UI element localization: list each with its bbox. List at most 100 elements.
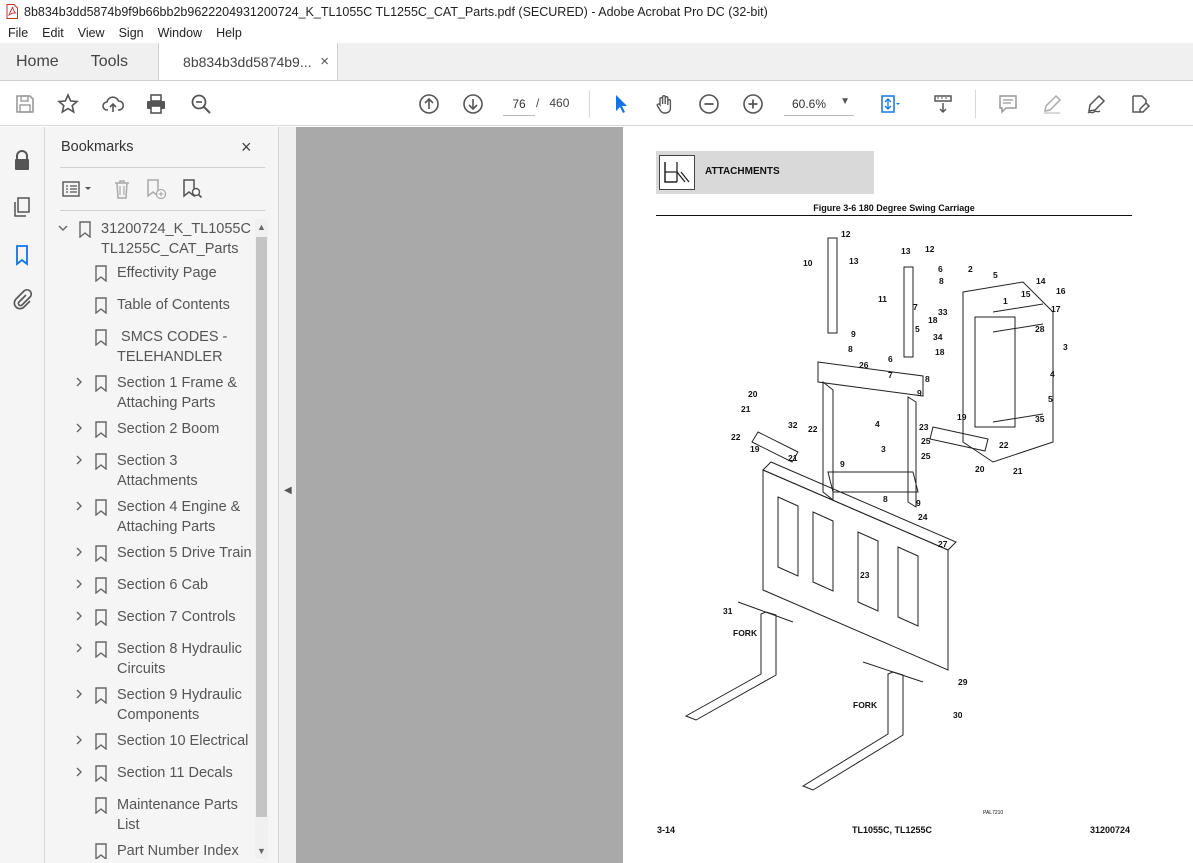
scroll-down-icon[interactable]: ▼	[257, 846, 266, 856]
bookmark-label: Attachments	[117, 473, 198, 489]
next-page-icon[interactable]	[460, 91, 486, 117]
svg-text:3: 3	[881, 444, 886, 454]
attachments-paperclip-icon[interactable]	[10, 287, 34, 311]
document-canvas: ATTACHMENTS Figure 3-6 180 Degree Swing …	[296, 127, 1193, 863]
bookmark-section-1[interactable]: Section 1 Frame & Attaching Parts	[45, 373, 255, 415]
figure-rule	[656, 215, 1132, 216]
chevron-right-icon[interactable]	[73, 641, 85, 661]
menu-window[interactable]: Window	[150, 26, 208, 40]
tab-home[interactable]: Home	[0, 43, 75, 80]
find-bookmark-icon[interactable]	[180, 177, 204, 201]
tab-bar: Home Tools 8b834b3dd5874b9... ×	[0, 43, 1193, 81]
print-icon[interactable]	[143, 91, 169, 117]
menu-edit[interactable]: Edit	[34, 26, 70, 40]
bookmark-section-9[interactable]: Section 9 Hydraulic Components	[45, 685, 255, 727]
bookmark-icon	[95, 843, 107, 859]
bookmark-label: Section 11 Decals	[117, 765, 233, 781]
bookmark-section-4[interactable]: Section 4 Engine & Attaching Parts	[45, 497, 255, 539]
tab-close-icon[interactable]: ×	[320, 53, 329, 70]
svg-text:30: 30	[953, 710, 963, 720]
bookmarks-panel-icon[interactable]	[10, 243, 34, 267]
chevron-right-icon[interactable]	[73, 609, 85, 629]
zoom-level-select[interactable]: 60.6% ▼	[784, 92, 854, 116]
zoom-search-icon[interactable]	[188, 91, 214, 117]
scrollbar-thumb[interactable]	[256, 237, 267, 817]
bookmark-icon	[95, 765, 107, 783]
tab-tools[interactable]: Tools	[75, 43, 144, 80]
bookmarks-title: Bookmarks	[61, 139, 134, 155]
menu-help[interactable]: Help	[208, 26, 248, 40]
collapse-panel-icon[interactable]: ◀	[284, 485, 292, 496]
svg-text:8: 8	[883, 494, 888, 504]
main-toolbar: 76 / 460 60.6% ▼	[0, 82, 1193, 126]
hand-tool-icon[interactable]	[652, 91, 678, 117]
svg-text:17: 17	[1051, 304, 1061, 314]
scroll-up-icon[interactable]: ▲	[257, 222, 266, 232]
svg-text:26: 26	[859, 360, 869, 370]
menu-sign[interactable]: Sign	[111, 26, 150, 40]
scroll-mode-icon[interactable]	[930, 91, 956, 117]
panel-splitter[interactable]: ◀	[278, 127, 296, 863]
zoom-in-icon[interactable]	[740, 91, 766, 117]
svg-text:28: 28	[1035, 324, 1045, 334]
bookmark-label: Section 5 Drive Train	[117, 545, 252, 561]
bookmark-label: Section 7 Controls	[117, 609, 236, 625]
panel-divider	[60, 167, 265, 168]
bookmark-label: Attaching Parts	[117, 519, 216, 535]
bookmark-star-icon[interactable]	[55, 91, 81, 117]
bookmark-icon	[95, 641, 107, 659]
svg-text:35: 35	[1035, 414, 1045, 424]
bookmark-label: 31200724_K_TL1055C	[101, 221, 251, 237]
bookmark-root[interactable]: 31200724_K_TL1055C TL1255C_CAT_Parts	[45, 219, 255, 261]
fit-page-icon[interactable]	[876, 91, 902, 117]
bookmark-section-3[interactable]: Section 3 Attachments	[45, 451, 255, 493]
previous-page-icon[interactable]	[416, 91, 442, 117]
chevron-right-icon[interactable]	[73, 577, 85, 597]
bookmark-label: Section 1 Frame &	[117, 375, 238, 391]
select-cursor-icon[interactable]	[608, 91, 634, 117]
bookmark-section-8[interactable]: Section 8 Hydraulic Circuits	[45, 639, 255, 681]
new-bookmark-icon[interactable]	[144, 177, 168, 201]
highlight-pen-icon[interactable]	[1039, 91, 1065, 117]
page-footer-number: 3-14	[657, 825, 676, 835]
pages-thumbnail-icon[interactable]	[10, 195, 34, 219]
zoom-out-icon[interactable]	[696, 91, 722, 117]
page-number-input[interactable]: 76	[503, 92, 535, 116]
tab-document[interactable]: 8b834b3dd5874b9... ×	[158, 43, 339, 80]
lock-icon[interactable]	[10, 149, 34, 173]
chevron-right-icon[interactable]	[73, 375, 85, 395]
bookmark-options-icon[interactable]	[60, 177, 96, 201]
upload-cloud-icon[interactable]	[100, 91, 126, 117]
chevron-down-icon[interactable]	[57, 221, 69, 241]
sign-pen-icon[interactable]	[1083, 91, 1109, 117]
chevron-right-icon[interactable]	[73, 733, 85, 753]
page-footer-models: TL1055C, TL1255C	[852, 825, 933, 835]
menu-view[interactable]: View	[70, 26, 111, 40]
bookmark-maintenance-parts[interactable]: Maintenance Parts List	[45, 795, 255, 837]
svg-text:19: 19	[957, 412, 967, 422]
svg-text:5: 5	[1048, 394, 1053, 404]
svg-text:22: 22	[808, 424, 818, 434]
bookmarks-scrollbar[interactable]: ▲ ▼	[255, 219, 268, 859]
svg-text:9: 9	[916, 498, 921, 508]
chevron-right-icon[interactable]	[73, 421, 85, 441]
bookmark-label: Part Number Index	[117, 843, 239, 859]
comment-icon[interactable]	[995, 91, 1021, 117]
save-icon[interactable]	[12, 91, 38, 117]
close-panel-icon[interactable]: ×	[241, 137, 252, 158]
chevron-right-icon[interactable]	[73, 453, 85, 473]
chevron-right-icon[interactable]	[73, 499, 85, 519]
chevron-right-icon[interactable]	[73, 687, 85, 707]
delete-bookmark-icon[interactable]	[110, 177, 134, 201]
svg-text:9: 9	[851, 329, 856, 339]
bookmark-smcs-codes[interactable]: SMCS CODES - TELEHANDLER	[45, 327, 255, 369]
edit-document-icon[interactable]	[1127, 91, 1153, 117]
bookmark-label: Section 3	[117, 453, 178, 469]
menu-file[interactable]: File	[0, 26, 34, 40]
svg-text:4: 4	[1050, 369, 1055, 379]
bookmark-icon	[95, 421, 107, 439]
section-header-title: ATTACHMENTS	[705, 166, 780, 177]
chevron-right-icon[interactable]	[73, 765, 85, 785]
page-total: 460	[549, 96, 570, 110]
chevron-right-icon[interactable]	[73, 545, 85, 565]
